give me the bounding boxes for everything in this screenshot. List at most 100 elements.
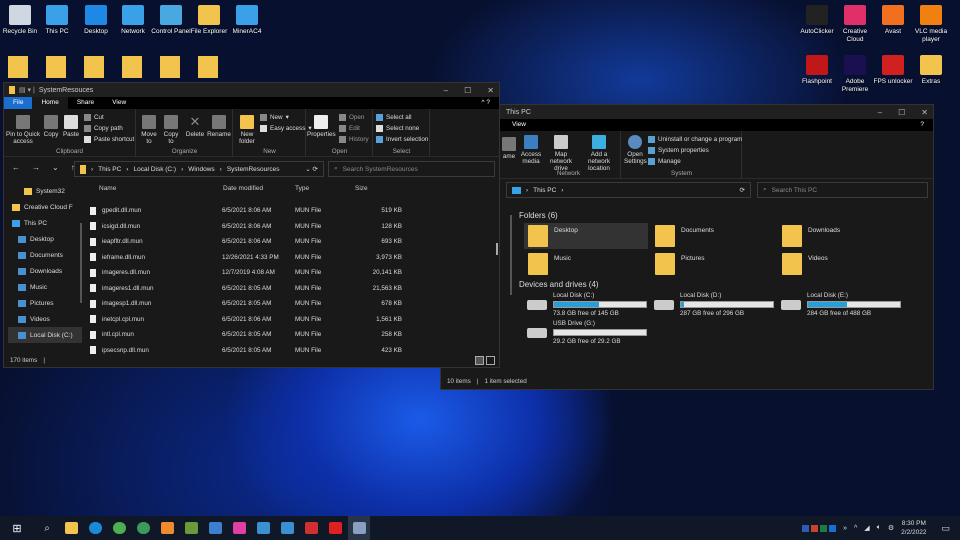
maximize-button[interactable]: ☐ bbox=[898, 108, 905, 117]
minimize-button[interactable]: – bbox=[878, 108, 882, 117]
tab-home[interactable]: Home bbox=[32, 97, 68, 109]
nav-item[interactable]: Downloads bbox=[8, 263, 82, 279]
manage-button[interactable]: Manage bbox=[648, 158, 681, 165]
nav-item[interactable]: System32 bbox=[8, 183, 82, 199]
file-row[interactable]: intl.cpl.mun 6/5/2021 8:05 AM MUN File 258 … bbox=[90, 327, 410, 342]
open-button[interactable]: Open bbox=[339, 114, 364, 121]
desktop-icon[interactable]: Adobe Premiere bbox=[835, 55, 875, 94]
copy-button[interactable]: Copy bbox=[42, 115, 60, 138]
settings-tray-icon[interactable]: ⚙ bbox=[888, 524, 894, 532]
maximize-button[interactable]: ☐ bbox=[464, 86, 471, 95]
taskbar-photos2[interactable] bbox=[276, 516, 298, 540]
folder-shortcut-icon[interactable] bbox=[46, 56, 66, 78]
network-icon[interactable]: ◢ bbox=[864, 524, 869, 532]
select-none-button[interactable]: Select none bbox=[376, 125, 419, 132]
access-media-button[interactable]: Access media bbox=[519, 135, 543, 165]
file-row[interactable]: imageres.dll.mun 12/7/2019 4:08 AM MUN Fil… bbox=[90, 265, 410, 280]
help-icon[interactable]: ^ ? bbox=[473, 97, 499, 109]
desktop-icon[interactable]: MinerAC4 bbox=[227, 5, 267, 36]
tray-overflow-icon[interactable]: » bbox=[843, 525, 847, 532]
desktop-icon[interactable]: Network bbox=[113, 5, 153, 36]
taskbar-minecraft[interactable] bbox=[180, 516, 202, 540]
desktop-icon[interactable]: Creative Cloud bbox=[835, 5, 875, 44]
new-folder-button[interactable]: New folder bbox=[236, 115, 258, 145]
breadcrumb[interactable]: This PC bbox=[98, 166, 121, 173]
taskbar-chrome-beta[interactable] bbox=[132, 516, 154, 540]
move-to-button[interactable]: Move to bbox=[139, 115, 159, 145]
history-button[interactable]: History bbox=[339, 136, 369, 143]
close-button[interactable]: ✕ bbox=[921, 108, 928, 117]
tab-file[interactable]: File bbox=[4, 97, 33, 109]
volume-icon[interactable]: 🔈︎ bbox=[877, 524, 881, 532]
tab-view[interactable]: View bbox=[103, 97, 135, 109]
new-item-button[interactable]: New ▾ bbox=[260, 114, 289, 121]
folder-tile[interactable]: Videos bbox=[778, 251, 902, 277]
desktop-icon[interactable]: Flashpoint bbox=[797, 55, 837, 86]
nav-item[interactable]: Local Disk (C:) bbox=[8, 327, 82, 343]
breadcrumb[interactable]: Local Disk (C:) bbox=[133, 166, 176, 173]
desktop-icon[interactable]: Desktop bbox=[76, 5, 116, 36]
desktop-icon[interactable]: Avast bbox=[873, 5, 913, 36]
file-row[interactable]: imagesp1.dll.mun 6/5/2021 8:05 AM MUN File… bbox=[90, 296, 410, 311]
copy-path-button[interactable]: Copy path bbox=[84, 125, 123, 132]
rename-button[interactable]: Rename bbox=[207, 115, 231, 138]
drive-tile[interactable]: Local Disk (D:) 287 GB free of 296 GB bbox=[654, 292, 774, 317]
desktop-icon[interactable]: VLC media player bbox=[911, 5, 951, 44]
delete-button[interactable]: ✕ Delete bbox=[185, 115, 205, 139]
search-input[interactable]: ⌕ Search This PC bbox=[757, 182, 928, 198]
folder-shortcut-icon[interactable] bbox=[160, 56, 180, 78]
close-button[interactable]: ✕ bbox=[487, 86, 494, 95]
address-bar[interactable]: › This PC › ⟳ bbox=[506, 182, 751, 198]
file-row[interactable]: inetcpl.cpl.mun 6/5/2021 8:06 AM MUN File 1… bbox=[90, 312, 410, 327]
cut-button[interactable]: Cut bbox=[84, 114, 104, 121]
file-row[interactable]: icsigd.dll.mun 6/5/2021 8:06 AM MUN File 12… bbox=[90, 219, 410, 234]
folder-tile[interactable]: Desktop bbox=[524, 223, 648, 249]
nav-item[interactable]: This PC bbox=[8, 215, 82, 231]
folder-shortcut-icon[interactable] bbox=[84, 56, 104, 78]
drive-tile[interactable]: Local Disk (E:) 284 GB free of 488 GB bbox=[781, 292, 901, 317]
folder-tile[interactable]: Downloads bbox=[778, 223, 902, 249]
taskbar-store[interactable] bbox=[204, 516, 226, 540]
folder-tile[interactable]: Pictures bbox=[651, 251, 775, 277]
pin-quick-access-button[interactable]: Pin to Quick access bbox=[6, 115, 40, 145]
breadcrumb[interactable]: Windows bbox=[188, 166, 214, 173]
uninstall-program-button[interactable]: Uninstall or change a program bbox=[648, 136, 742, 143]
drives-heading[interactable]: Devices and drives (4) bbox=[519, 280, 599, 289]
paste-shortcut-button[interactable]: Paste shortcut bbox=[84, 136, 134, 143]
file-row[interactable]: gpedit.dll.mun 6/5/2021 8:06 AM MUN File 51… bbox=[90, 203, 410, 218]
nav-item[interactable]: Desktop bbox=[8, 231, 82, 247]
breadcrumb[interactable]: SystemResources bbox=[227, 166, 280, 173]
nav-item[interactable]: Documents bbox=[8, 247, 82, 263]
desktop-icon[interactable]: Extras bbox=[911, 55, 951, 86]
refresh-icon[interactable]: ⌄ ⟳ bbox=[305, 165, 318, 173]
edit-button[interactable]: Edit bbox=[339, 125, 360, 132]
taskbar-roblox-studio[interactable] bbox=[300, 516, 322, 540]
column-size[interactable]: Size bbox=[355, 185, 368, 192]
taskbar-snipping-tool[interactable] bbox=[348, 516, 370, 540]
file-row[interactable]: ieapfltr.dll.mun 6/5/2021 8:06 AM MUN File… bbox=[90, 234, 410, 249]
nav-item[interactable]: Creative Cloud F bbox=[8, 199, 82, 215]
taskbar-photos[interactable] bbox=[252, 516, 274, 540]
taskbar-roblox[interactable] bbox=[324, 516, 346, 540]
drive-tile[interactable]: USB Drive (G:) 29.2 GB free of 29.2 GB bbox=[527, 320, 647, 345]
back-button[interactable]: ← bbox=[12, 163, 20, 172]
taskbar-media-player[interactable] bbox=[156, 516, 178, 540]
folder-shortcut-icon[interactable] bbox=[122, 56, 142, 78]
folder-tile[interactable]: Documents bbox=[651, 223, 775, 249]
taskbar-file-explorer[interactable] bbox=[60, 516, 82, 540]
folder-shortcut-icon[interactable] bbox=[8, 56, 28, 78]
column-name[interactable]: Name bbox=[99, 185, 116, 192]
nav-item[interactable]: Music bbox=[8, 279, 82, 295]
map-network-drive-button[interactable]: Map network drive bbox=[543, 135, 579, 172]
folder-shortcut-icon[interactable] bbox=[198, 56, 218, 78]
column-type[interactable]: Type bbox=[295, 185, 309, 192]
nav-item[interactable]: Pictures bbox=[8, 295, 82, 311]
desktop-icon[interactable]: Recycle Bin bbox=[0, 5, 40, 36]
file-list-scrollbar[interactable] bbox=[496, 243, 498, 255]
desktop-icon[interactable]: AutoClicker bbox=[797, 5, 837, 36]
breadcrumb-this-pc[interactable]: This PC bbox=[533, 187, 556, 194]
desktop-icon[interactable]: FPS unlocker bbox=[873, 55, 913, 86]
desktop-icon[interactable]: Control Panel bbox=[151, 5, 191, 36]
properties-button[interactable]: Properties bbox=[307, 115, 336, 138]
easy-access-button[interactable]: Easy access ▾ bbox=[260, 125, 312, 132]
